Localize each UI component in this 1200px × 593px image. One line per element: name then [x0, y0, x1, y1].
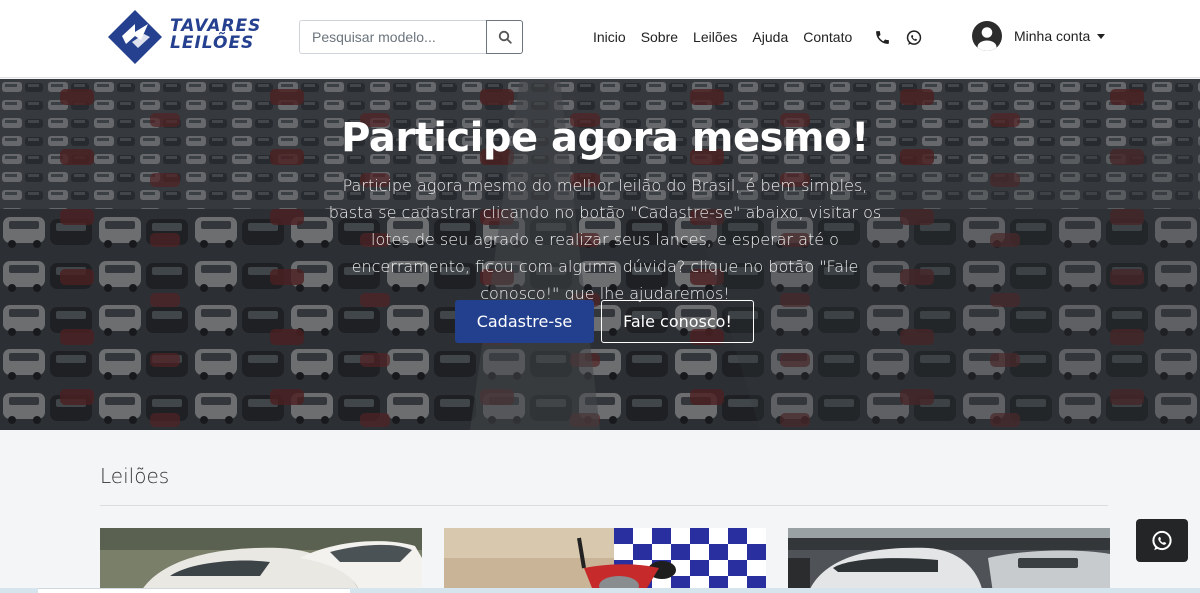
section-divider — [100, 505, 1108, 506]
bottom-bar-tab — [38, 588, 350, 593]
brand-emblem-icon — [108, 10, 162, 64]
main-nav: Inicio Sobre Leilões Ajuda Contato — [593, 29, 852, 45]
hero-description: Participe agora mesmo do melhor leilão d… — [328, 176, 882, 303]
phone-icon[interactable] — [874, 29, 892, 47]
nav-link-ajuda[interactable]: Ajuda — [752, 29, 788, 45]
whatsapp-icon[interactable] — [905, 29, 923, 47]
damaged-cars-lot-photo — [788, 528, 1110, 593]
section-title: Leilões — [100, 464, 170, 488]
search-icon — [498, 30, 512, 44]
nav-link-inicio[interactable]: Inicio — [593, 29, 626, 45]
chevron-down-icon — [1097, 33, 1106, 39]
search-button[interactable] — [486, 20, 523, 54]
auction-card-2[interactable] — [444, 528, 766, 593]
account-menu[interactable]: Minha conta — [972, 21, 1106, 51]
hero-title: Participe agora mesmo! — [341, 115, 869, 161]
hero-banner: Participe agora mesmo! Participe agora m… — [0, 79, 1200, 430]
whatsapp-icon — [1152, 530, 1172, 550]
auction-card-3[interactable] — [788, 528, 1110, 593]
search-bar — [299, 20, 523, 54]
user-avatar-icon — [972, 21, 1002, 51]
nav-link-contato[interactable]: Contato — [803, 29, 852, 45]
search-input[interactable] — [299, 20, 486, 54]
auction-card-1[interactable] — [100, 528, 422, 593]
motorcycle-checkered-flag-photo — [444, 528, 766, 593]
nav-link-sobre[interactable]: Sobre — [641, 29, 678, 45]
signup-button[interactable]: Cadastre-se — [455, 300, 594, 343]
white-car-photo — [100, 528, 422, 593]
brand-line-2: LEILÕES — [170, 33, 255, 53]
brand-logo[interactable]: TAVARES LEILÕES — [108, 10, 286, 64]
brand-wordmark: TAVARES LEILÕES — [170, 18, 261, 52]
nav-link-leiloes[interactable]: Leilões — [693, 29, 737, 45]
top-navbar: TAVARES LEILÕES Inicio Sobre Leilões Aju… — [0, 0, 1200, 78]
contact-us-button[interactable]: Fale conosco! — [601, 300, 754, 343]
whatsapp-float-button[interactable] — [1136, 519, 1188, 562]
account-label: Minha conta — [1014, 28, 1091, 44]
